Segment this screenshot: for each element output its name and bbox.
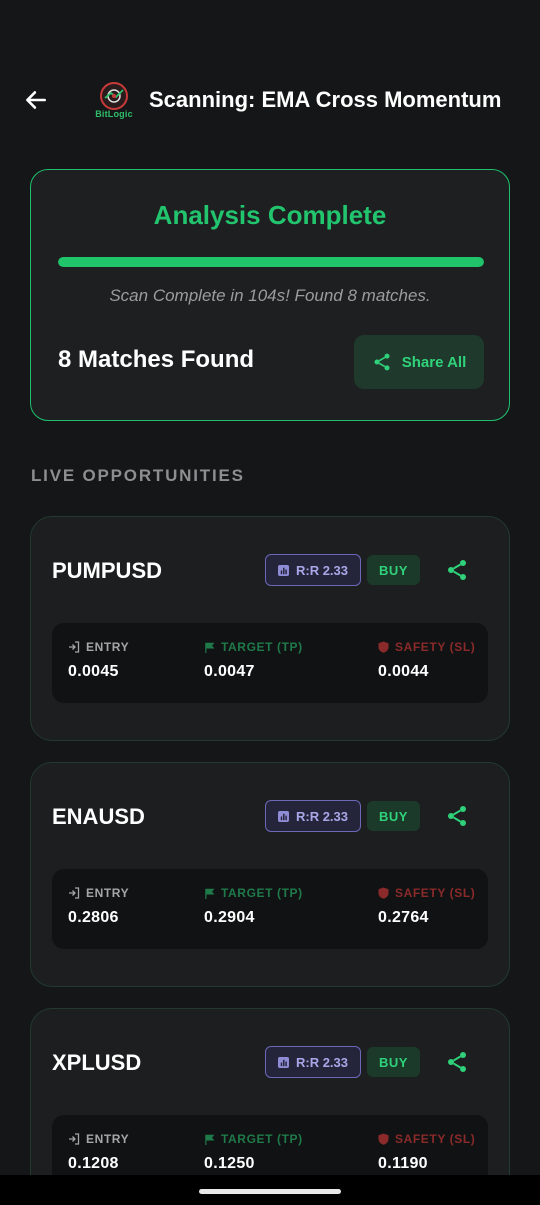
target-value: 0.0047 bbox=[204, 663, 255, 680]
matches-count: 8 Matches Found bbox=[58, 346, 255, 373]
rr-badge: R:R 2.33 bbox=[265, 800, 361, 832]
entry-label: ENTRY bbox=[86, 886, 130, 900]
back-button[interactable] bbox=[18, 82, 54, 118]
rr-label: R:R 2.33 bbox=[295, 1054, 349, 1070]
share-icon bbox=[374, 353, 390, 371]
safety-label: SAFETY (SL) bbox=[395, 1132, 476, 1146]
shield-icon bbox=[378, 887, 389, 899]
flag-icon bbox=[205, 642, 215, 653]
login-arrow-icon bbox=[69, 641, 80, 653]
logo-text: BitLogic bbox=[95, 109, 133, 119]
entry-value: 0.1208 bbox=[68, 1155, 119, 1172]
target-label: TARGET (TP) bbox=[221, 886, 303, 900]
entry-level: ENTRY 0.1208 bbox=[68, 1132, 129, 1173]
flag-icon bbox=[205, 1134, 215, 1145]
entry-level: ENTRY 0.2806 bbox=[68, 886, 129, 927]
entry-value: 0.2806 bbox=[68, 909, 119, 926]
safety-level: SAFETY (SL) 0.0044 bbox=[378, 640, 475, 681]
safety-value: 0.0044 bbox=[378, 663, 429, 680]
price-levels: ENTRY 0.2806 TARGET (TP) 0.2904 SAFETY (… bbox=[52, 869, 488, 949]
chart-icon bbox=[277, 1056, 289, 1068]
safety-label: SAFETY (SL) bbox=[395, 640, 476, 654]
entry-label: ENTRY bbox=[86, 640, 130, 654]
target-level: TARGET (TP) 0.0047 bbox=[204, 640, 303, 681]
rr-label: R:R 2.33 bbox=[295, 808, 349, 824]
page-title: Scanning: EMA Cross Momentum bbox=[149, 87, 502, 112]
login-arrow-icon bbox=[69, 887, 80, 899]
entry-level: ENTRY 0.0045 bbox=[68, 640, 129, 681]
safety-label: SAFETY (SL) bbox=[395, 886, 476, 900]
share-all-label: Share All bbox=[401, 353, 467, 371]
symbol: ENAUSD bbox=[52, 804, 145, 829]
safety-level: SAFETY (SL) 0.2764 bbox=[378, 886, 475, 927]
section-label: LIVE OPPORTUNITIES bbox=[31, 466, 245, 485]
opportunity-card[interactable]: ENAUSD R:R 2.33 BUY ENTRY 0.2806 TARGET … bbox=[30, 762, 510, 987]
entry-label: ENTRY bbox=[86, 1132, 130, 1146]
system-nav-bar bbox=[0, 1175, 540, 1205]
target-level: TARGET (TP) 0.1250 bbox=[204, 1132, 303, 1173]
analysis-status-card: Analysis Complete Scan Complete in 104s!… bbox=[30, 169, 510, 421]
share-button[interactable] bbox=[439, 801, 475, 831]
rr-badge: R:R 2.33 bbox=[265, 554, 361, 586]
signal-badge: BUY bbox=[367, 555, 420, 585]
safety-value: 0.2764 bbox=[378, 909, 429, 926]
rr-badge: R:R 2.33 bbox=[265, 1046, 361, 1078]
signal-badge: BUY bbox=[367, 801, 420, 831]
shield-icon bbox=[378, 641, 389, 653]
symbol: XPLUSD bbox=[52, 1050, 142, 1075]
status-title: Analysis Complete bbox=[153, 200, 387, 230]
chart-icon bbox=[277, 810, 289, 822]
symbol: PUMPUSD bbox=[52, 558, 163, 583]
signal-badge: BUY bbox=[367, 1047, 420, 1077]
safety-level: SAFETY (SL) 0.1190 bbox=[378, 1132, 475, 1173]
entry-value: 0.0045 bbox=[68, 663, 119, 680]
share-icon bbox=[448, 560, 466, 580]
home-gesture-handle[interactable] bbox=[199, 1189, 341, 1194]
progress-bar bbox=[58, 257, 484, 267]
share-button[interactable] bbox=[439, 1047, 475, 1077]
rr-label: R:R 2.33 bbox=[295, 562, 349, 578]
safety-value: 0.1190 bbox=[378, 1155, 428, 1172]
chart-icon bbox=[277, 564, 289, 576]
share-icon bbox=[448, 1052, 466, 1072]
share-button[interactable] bbox=[439, 555, 475, 585]
opportunity-card[interactable]: PUMPUSD R:R 2.33 BUY ENTRY 0.0045 TARGET… bbox=[30, 516, 510, 741]
status-subtitle: Scan Complete in 104s! Found 8 matches. bbox=[109, 286, 431, 305]
share-icon bbox=[448, 806, 466, 826]
target-value: 0.2904 bbox=[204, 909, 255, 926]
target-level: TARGET (TP) 0.2904 bbox=[204, 886, 303, 927]
shield-icon bbox=[378, 1133, 389, 1145]
target-value: 0.1250 bbox=[204, 1155, 255, 1172]
target-label: TARGET (TP) bbox=[221, 640, 303, 654]
target-label: TARGET (TP) bbox=[221, 1132, 303, 1146]
progress-fill bbox=[58, 257, 484, 267]
flag-icon bbox=[205, 888, 215, 899]
price-levels: ENTRY 0.0045 TARGET (TP) 0.0047 SAFETY (… bbox=[52, 623, 488, 703]
login-arrow-icon bbox=[69, 1133, 80, 1145]
share-all-button[interactable]: Share All bbox=[354, 335, 484, 389]
arrow-left-icon bbox=[26, 91, 46, 109]
app-header: BitLogic Scanning: EMA Cross Momentum bbox=[0, 60, 540, 140]
